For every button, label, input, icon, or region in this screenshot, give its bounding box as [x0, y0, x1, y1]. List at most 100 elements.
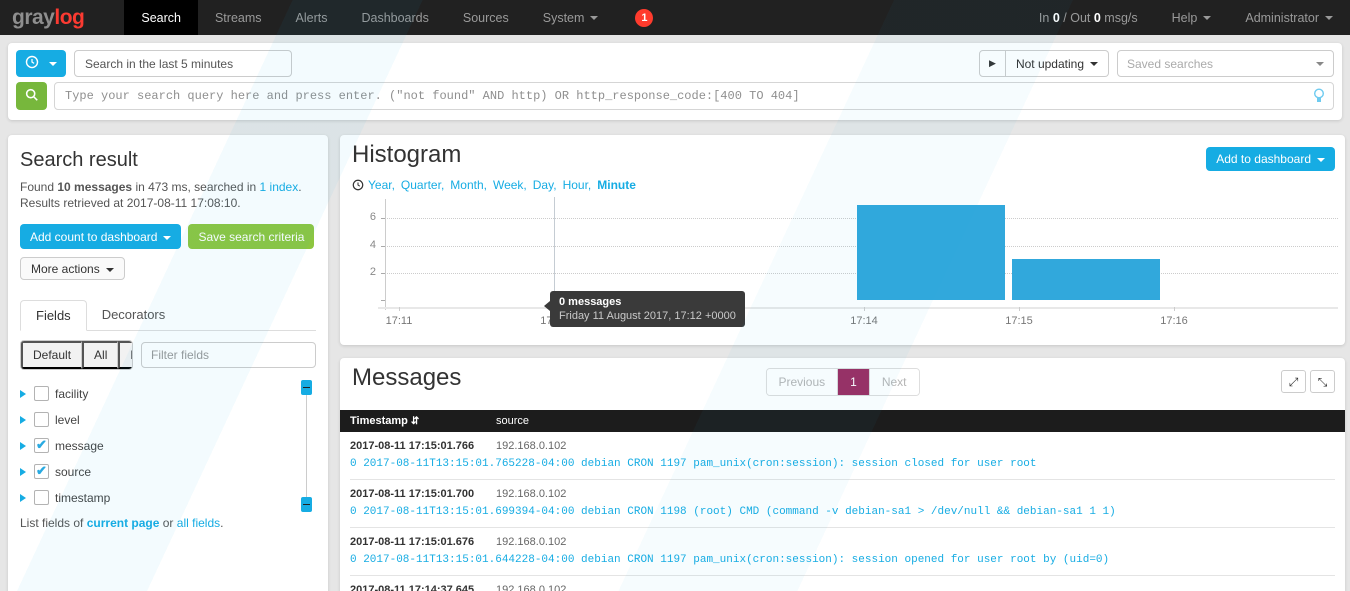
- result-retrieved-at: Results retrieved at 2017-08-11 17:08:10…: [20, 196, 316, 212]
- fields-all-button[interactable]: All: [82, 341, 118, 369]
- nav-item-sources[interactable]: Sources: [446, 0, 526, 35]
- index-link[interactable]: 1 index: [260, 180, 299, 194]
- expand-caret-icon[interactable]: [20, 416, 26, 424]
- add-count-to-dashboard-button[interactable]: Add count to dashboard: [20, 224, 181, 249]
- expand-caret-icon[interactable]: [20, 468, 26, 476]
- expand-icon: ⤢: [1289, 375, 1299, 389]
- search-icon: [25, 88, 39, 105]
- time-range-input[interactable]: [74, 50, 292, 77]
- resolution-minute-selected[interactable]: Minute: [597, 178, 636, 192]
- message-row[interactable]: 2017-08-11 17:15:01.676 192.168.0.102 0 …: [340, 528, 1345, 576]
- resolution-week[interactable]: Week,: [493, 178, 527, 192]
- notification-badge[interactable]: 1: [635, 9, 653, 27]
- timestamp-checkbox[interactable]: [34, 490, 49, 505]
- histogram-bar: [857, 205, 1005, 300]
- level-checkbox[interactable]: [34, 412, 49, 427]
- message-source: 192.168.0.102: [496, 488, 1335, 500]
- source-checkbox[interactable]: [34, 464, 49, 479]
- resolution-hour[interactable]: Hour,: [563, 178, 592, 192]
- message-row[interactable]: 2017-08-11 17:15:01.700 192.168.0.102 0 …: [340, 480, 1345, 528]
- field-row-level: level: [20, 412, 296, 427]
- message-row[interactable]: 2017-08-11 17:14:37.645 192.168.0.102 0 …: [340, 576, 1345, 591]
- filter-fields-input[interactable]: [141, 342, 316, 368]
- slider-handle-top[interactable]: [301, 380, 312, 395]
- message-text: 0 2017-08-11T13:15:01.765228-04:00 debia…: [350, 452, 1335, 480]
- nav-item-alerts[interactable]: Alerts: [279, 0, 345, 35]
- x-axis-tick-label: 17:16: [1142, 315, 1206, 327]
- messages-table-header: Timestamp⇵ source: [340, 410, 1345, 432]
- logo-text-log: log: [54, 6, 84, 30]
- nav-item-system[interactable]: System: [526, 0, 616, 35]
- clock-icon: [25, 55, 39, 72]
- expand-caret-icon[interactable]: [20, 390, 26, 398]
- chevron-down-icon: [1090, 62, 1098, 66]
- pagination-page-1[interactable]: 1: [838, 369, 870, 395]
- histogram-title: Histogram: [352, 141, 461, 169]
- search-result-title: Search result: [20, 149, 316, 172]
- result-summary: Found 10 messages in 473 ms, searched in…: [20, 180, 316, 196]
- saved-searches-select[interactable]: Saved searches: [1117, 50, 1334, 77]
- message-text: 0 2017-08-11T13:15:01.699394-04:00 debia…: [350, 500, 1335, 528]
- fields-none-button[interactable]: None: [118, 341, 133, 369]
- message-count: 10 messages: [57, 180, 132, 194]
- chevron-down-icon: [49, 62, 57, 66]
- pagination-next[interactable]: Next: [870, 369, 919, 395]
- resolution-year[interactable]: Year,: [368, 178, 395, 192]
- collapse-icon: ⤡: [1318, 375, 1328, 389]
- clock-icon: [352, 179, 364, 191]
- message-row[interactable]: 2017-08-11 17:15:01.766 192.168.0.102 0 …: [340, 432, 1345, 480]
- x-axis-tick-label: 17:14: [832, 315, 896, 327]
- chevron-down-icon: [590, 16, 598, 20]
- nav-item-streams[interactable]: Streams: [198, 0, 279, 35]
- message-timestamp: 2017-08-11 17:15:01.676: [350, 536, 496, 548]
- tab-fields[interactable]: Fields: [20, 300, 87, 331]
- y-axis-tick-label: 2: [350, 266, 376, 278]
- nav-item-help[interactable]: Help: [1155, 0, 1229, 35]
- chevron-down-icon: [1316, 62, 1324, 66]
- tooltip-count: 0 messages: [559, 296, 736, 308]
- add-to-dashboard-button[interactable]: Add to dashboard: [1206, 147, 1335, 171]
- pagination-previous[interactable]: Previous: [766, 369, 838, 395]
- message-source: 192.168.0.102: [496, 536, 1335, 548]
- collapse-all-button[interactable]: ⤡: [1310, 370, 1335, 393]
- play-button[interactable]: ▶: [979, 50, 1006, 77]
- x-axis-line: [378, 307, 1338, 309]
- expand-all-button[interactable]: ⤢: [1281, 370, 1306, 393]
- chevron-down-icon: [1203, 16, 1211, 20]
- logo-text-gray: gray: [12, 6, 54, 30]
- save-search-criteria-button[interactable]: Save search criteria: [188, 224, 314, 249]
- search-submit-button[interactable]: [16, 82, 47, 110]
- message-checkbox[interactable]: [34, 438, 49, 453]
- resolution-month[interactable]: Month,: [450, 178, 487, 192]
- slider-handle-bottom[interactable]: [301, 497, 312, 512]
- all-fields-link[interactable]: all fields: [177, 516, 220, 530]
- fields-default-button[interactable]: Default: [21, 341, 82, 369]
- tooltip-date: Friday 11 August 2017, 17:12 +0000: [559, 310, 736, 322]
- nav-item-dashboards[interactable]: Dashboards: [344, 0, 445, 35]
- facility-checkbox[interactable]: [34, 386, 49, 401]
- nav-item-search[interactable]: Search: [124, 0, 198, 35]
- expand-caret-icon[interactable]: [20, 494, 26, 502]
- messages-title: Messages: [352, 364, 461, 392]
- time-range-button[interactable]: [16, 50, 66, 77]
- current-page-link[interactable]: current page: [87, 516, 160, 530]
- more-actions-button[interactable]: More actions: [20, 257, 125, 280]
- fields-footer: List fields of current page or all field…: [20, 516, 316, 530]
- resolution-quarter[interactable]: Quarter,: [401, 178, 444, 192]
- search-query-input[interactable]: [54, 82, 1334, 110]
- nav-item-user[interactable]: Administrator: [1228, 0, 1350, 35]
- graylog-logo[interactable]: graylog: [0, 0, 100, 35]
- expand-caret-icon[interactable]: [20, 442, 26, 450]
- y-axis-tick-label: 6: [350, 211, 376, 223]
- x-axis-tick-mark: [1019, 307, 1020, 311]
- tab-decorators[interactable]: Decorators: [87, 300, 181, 330]
- resolution-day[interactable]: Day,: [533, 178, 557, 192]
- chevron-down-icon: [1325, 16, 1333, 20]
- pagination: Previous 1 Next: [765, 368, 919, 396]
- refresh-interval-button[interactable]: Not updating: [1006, 50, 1109, 77]
- column-header-timestamp[interactable]: Timestamp⇵: [350, 415, 496, 427]
- throughput-indicator[interactable]: In 0 / Out 0 msg/s: [1022, 0, 1155, 35]
- lightbulb-icon[interactable]: [1313, 88, 1325, 107]
- sidebar-tabs: Fields Decorators: [20, 300, 316, 331]
- play-icon: ▶: [989, 58, 996, 68]
